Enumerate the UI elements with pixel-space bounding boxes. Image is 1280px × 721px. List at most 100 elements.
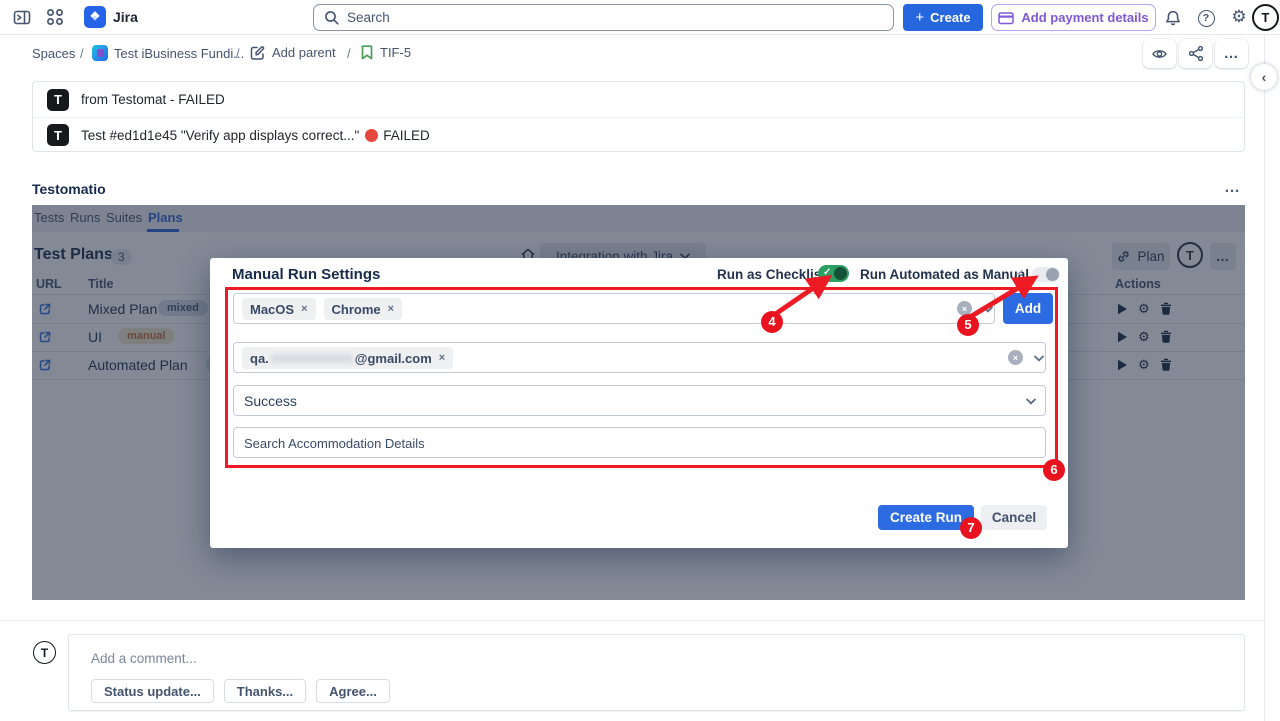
more-actions-button[interactable]: … [1215,39,1248,68]
jira-home-link[interactable]: Jira [84,6,138,28]
chevron-down-icon[interactable] [1026,398,1036,405]
app-switcher-button[interactable] [45,7,65,27]
bookmark-icon [361,45,373,60]
sidebar-toggle-icon [13,9,31,26]
credit-card-icon [998,11,1014,25]
collapse-panel-button[interactable]: ‹ [1251,64,1277,90]
test-result-text: from Testomat - FAILED [81,92,225,107]
ellipsis-icon: … [1224,45,1240,62]
test-result-row[interactable]: T from Testomat - FAILED [33,82,1244,117]
breadcrumb-separator: / [80,46,84,61]
app-switcher-icon [46,8,64,26]
edit-icon [250,45,265,60]
assignee-tag: qa.@gmail.com × [242,347,453,369]
user-avatar[interactable]: T [1252,4,1279,31]
remove-tag-icon[interactable]: × [439,352,445,364]
environment-tag: MacOS× [242,298,316,320]
watch-button[interactable] [1143,39,1176,68]
failed-status-label: FAILED [383,128,430,143]
create-button[interactable]: + Create [903,4,983,31]
toggle-knob [1046,268,1059,281]
failed-status-icon [365,129,378,142]
app-name: Jira [113,9,138,25]
top-navigation-bar: Jira Search + Create Add payment details [0,0,1280,35]
right-rail-divider [1264,35,1265,721]
breadcrumb-spaces[interactable]: Spaces [32,46,75,61]
plus-icon: + [915,9,924,26]
run-automated-as-manual-label: Run Automated as Manual [860,267,1029,282]
settings-button[interactable]: ⚙ [1226,4,1252,30]
quick-reply-agree[interactable]: Agree... [316,679,390,703]
test-results-card: T from Testomat - FAILED T Test #ed1d1e4… [32,81,1245,152]
breadcrumb-issue[interactable]: TIF-5 [361,45,411,60]
quick-reply-status-update[interactable]: Status update... [91,679,214,703]
jira-logo-mark [88,10,102,24]
help-icon: ? [1198,10,1215,27]
comment-section-divider [0,620,1264,621]
run-title-value: Search Accommodation Details [244,436,425,451]
create-run-button[interactable]: Create Run [878,505,974,530]
breadcrumb-separator: / [347,46,351,61]
testomatio-section-title: Testomatio [32,181,106,197]
add-button-label: Add [1015,301,1041,316]
test-result-text: Test #ed1d1e45 "Verify app displays corr… [81,128,430,143]
redacted-email-blur [271,354,353,363]
status-select-value: Success [244,393,297,409]
assignee-multiselect[interactable]: qa.@gmail.com × × [233,342,1046,373]
bell-icon [1165,10,1181,26]
testomatio-more-button[interactable]: … [1224,179,1241,197]
cancel-button[interactable]: Cancel [981,505,1047,530]
breadcrumb-separator: / [236,46,240,61]
test-result-row[interactable]: T Test #ed1d1e45 "Verify app displays co… [33,117,1244,152]
add-parent-button[interactable]: Add parent [250,45,336,60]
gear-icon: ⚙ [1231,7,1246,27]
clear-field-icon[interactable]: × [957,301,972,316]
jira-logo [84,6,106,28]
testomat-logo-icon: T [47,89,69,111]
breadcrumb-project[interactable]: Test iBusiness Fundi... [114,46,244,61]
toggle-knob [834,267,847,280]
comment-placeholder: Add a comment... [91,651,197,666]
cancel-label: Cancel [992,510,1036,525]
sidebar-toggle-button[interactable] [10,5,34,29]
comment-box[interactable]: Add a comment... Status update... Thanks… [68,634,1245,711]
modal-title: Manual Run Settings [232,264,380,286]
search-placeholder: Search [347,10,390,25]
environments-multiselect[interactable]: MacOS× Chrome× × [233,293,995,324]
run-automated-as-manual-toggle[interactable] [1032,267,1060,282]
run-title-input[interactable]: Search Accommodation Details [233,427,1046,458]
run-as-checklist-label: Run as Checklist [717,267,826,282]
add-payment-details-button[interactable]: Add payment details [991,4,1156,31]
search-input[interactable]: Search [313,4,894,31]
comment-user-avatar: T [33,641,56,664]
chevron-down-icon[interactable] [983,306,993,313]
chevron-down-icon[interactable] [1034,355,1044,362]
search-icon [324,10,339,25]
add-payment-details-label: Add payment details [1021,10,1148,25]
check-icon: ✓ [823,267,831,278]
run-as-checklist-toggle[interactable]: ✓ [818,265,849,282]
status-select[interactable]: Success [233,385,1046,416]
check-icon: ✓ [1016,268,1024,279]
jira-page: Jira Search + Create Add payment details [0,0,1280,721]
issue-key-label: TIF-5 [380,45,411,60]
share-button[interactable] [1179,39,1212,68]
project-avatar-icon [92,45,108,61]
environment-tag: Chrome× [324,298,403,320]
remove-tag-icon[interactable]: × [388,303,394,315]
remove-tag-icon[interactable]: × [301,303,307,315]
quick-reply-thanks[interactable]: Thanks... [224,679,306,703]
chevron-left-icon: ‹ [1262,69,1267,85]
share-icon [1189,46,1203,61]
user-avatar-initial: T [1262,10,1270,25]
manual-run-settings-modal: Manual Run Settings Run as Checklist ✓ R… [210,258,1068,548]
clear-field-icon[interactable]: × [1008,350,1023,365]
help-button[interactable]: ? [1193,5,1219,31]
eye-icon [1152,48,1167,60]
ellipsis-icon: … [1224,179,1241,196]
testomat-logo-icon: T [47,124,69,146]
create-button-label: Create [930,10,970,25]
add-environment-button[interactable]: Add [1003,293,1053,324]
add-parent-label: Add parent [272,45,336,60]
notifications-button[interactable] [1160,5,1186,31]
